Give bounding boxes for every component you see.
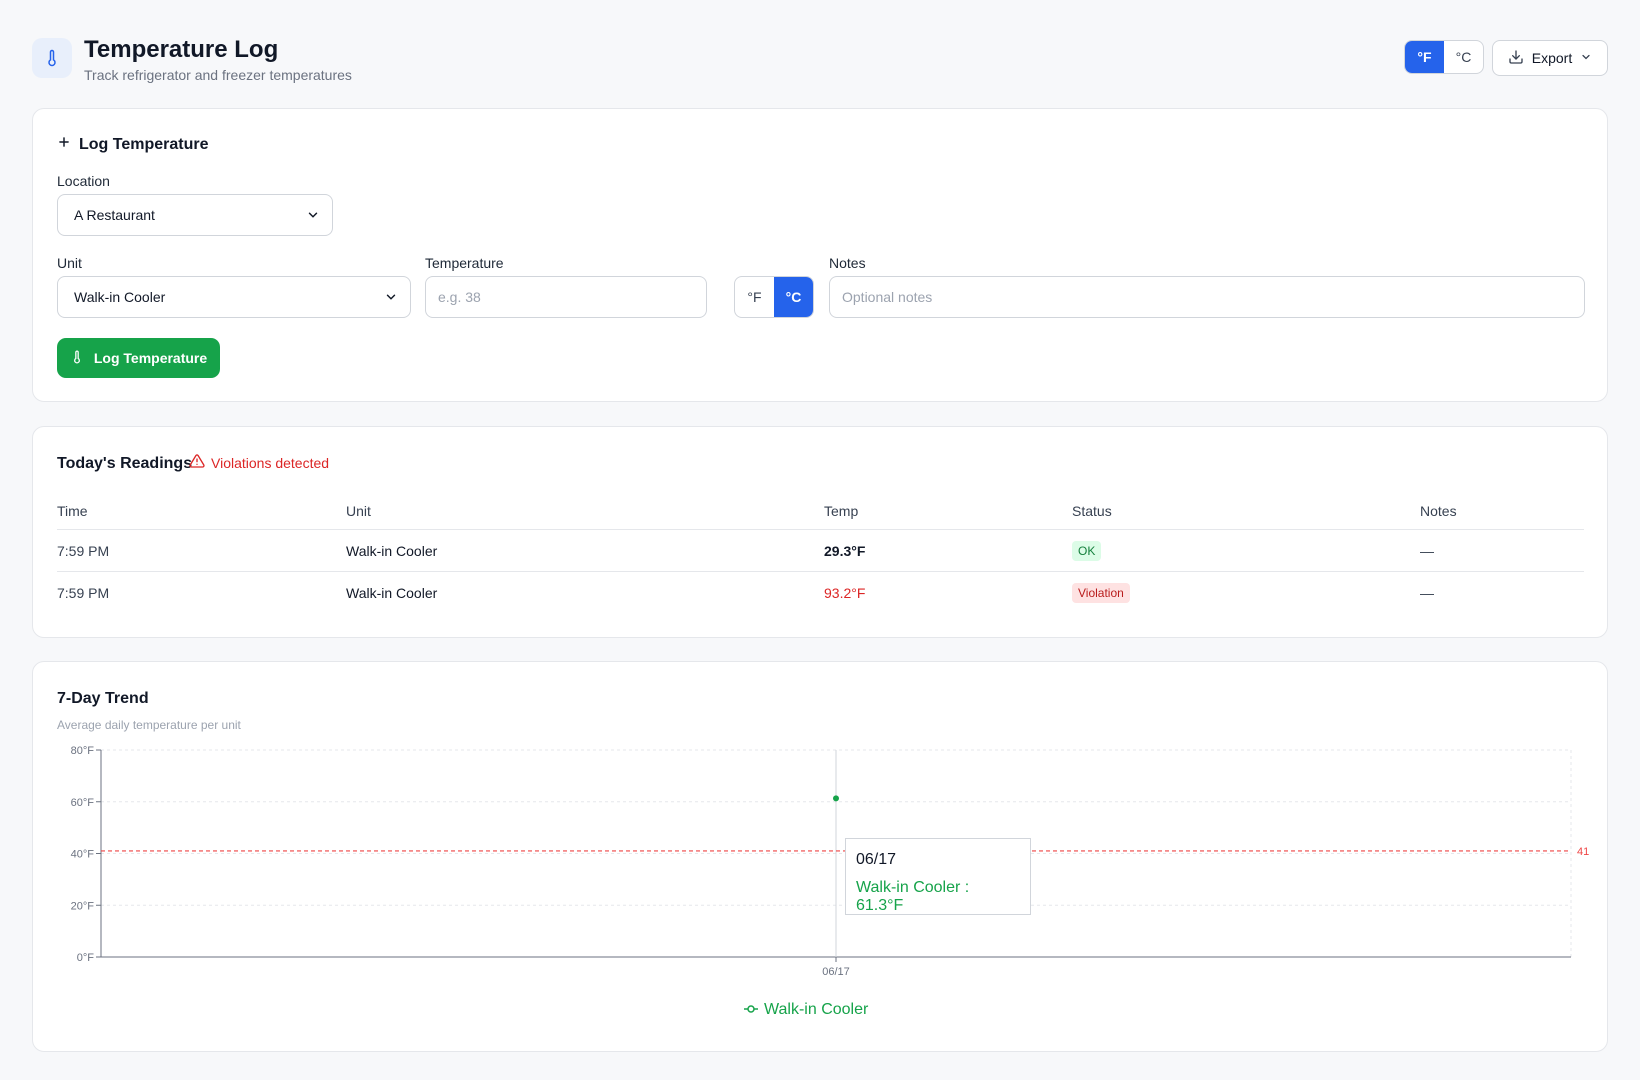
chevron-down-icon <box>306 208 320 225</box>
threshold-label: 41 <box>1577 846 1589 858</box>
column-header-notes: Notes <box>1420 503 1457 519</box>
unit-toggle: °F °C <box>1404 40 1484 74</box>
log-button-label: Log Temperature <box>93 350 208 366</box>
row-unit: Walk-in Cooler <box>346 585 438 601</box>
status-badge: Violation <box>1072 583 1130 603</box>
temp-unit-f-button[interactable]: °F <box>735 277 774 317</box>
chevron-down-icon <box>384 290 398 307</box>
status-badge: OK <box>1072 541 1102 561</box>
tooltip-value: Walk-in Cooler : 61.3°F <box>856 879 970 914</box>
notes-placeholder: Optional notes <box>842 289 933 305</box>
log-form-title-text: Log Temperature <box>79 135 209 153</box>
readings-title: Today's Readings <box>57 455 193 472</box>
table-divider <box>57 571 1584 572</box>
row-time: 7:59 PM <box>57 585 110 601</box>
chart-tooltip: 06/17 Walk-in Cooler : 61.3°F <box>845 838 1031 915</box>
y-tick-label: 20°F <box>71 900 95 912</box>
chevron-down-icon <box>1580 50 1592 66</box>
thermometer-icon <box>70 350 84 367</box>
temp-unit-toggle: °F °C <box>734 276 814 318</box>
temperature-label: Temperature <box>425 255 504 271</box>
tooltip-date: 06/17 <box>856 851 897 868</box>
trend-title: 7-Day Trend <box>57 690 149 707</box>
unit-f-button[interactable]: °F <box>1405 41 1444 73</box>
violation-alert: Violations detected <box>189 453 329 472</box>
column-header-time: Time <box>57 503 88 519</box>
log-temperature-card: Log Temperature Location A Restaurant Un… <box>32 108 1608 402</box>
row-time: 7:59 PM <box>57 543 110 559</box>
row-notes: — <box>1420 543 1434 559</box>
legend-label: Walk-in Cooler <box>764 1001 869 1018</box>
column-header-status: Status <box>1072 503 1112 519</box>
thermometer-icon <box>32 38 72 78</box>
y-tick-label: 80°F <box>71 745 95 757</box>
log-temperature-button[interactable]: Log Temperature <box>57 338 220 378</box>
legend-line-icon <box>744 1001 758 1019</box>
temperature-input[interactable]: e.g. 38 <box>425 276 707 318</box>
page-subtitle: Track refrigerator and freezer temperatu… <box>84 67 352 83</box>
export-button[interactable]: Export <box>1492 40 1608 76</box>
log-form-title: Log Temperature <box>57 135 209 154</box>
todays-readings-card: Today's Readings Violations detected Tim… <box>32 426 1608 638</box>
data-point <box>833 795 839 802</box>
unit-value: Walk-in Cooler <box>74 289 166 305</box>
location-value: A Restaurant <box>74 207 155 223</box>
row-temp: 29.3°F <box>824 543 866 559</box>
row-notes: — <box>1420 585 1434 601</box>
download-icon <box>1508 49 1524 68</box>
trend-subtitle: Average daily temperature per unit <box>57 718 241 732</box>
temp-unit-c-button[interactable]: °C <box>774 277 813 317</box>
plus-icon <box>57 135 71 154</box>
unit-select[interactable]: Walk-in Cooler <box>57 276 411 318</box>
column-header-temp: Temp <box>824 503 859 519</box>
chart-legend[interactable]: Walk-in Cooler <box>744 1001 868 1019</box>
y-tick-label: 0°F <box>77 952 95 964</box>
violation-text: Violations detected <box>211 454 330 471</box>
trend-card: 7-Day Trend Average daily temperature pe… <box>32 661 1608 1052</box>
unit-c-button[interactable]: °C <box>1444 41 1483 73</box>
temperature-placeholder: e.g. 38 <box>438 289 481 305</box>
row-unit: Walk-in Cooler <box>346 543 438 559</box>
warning-icon <box>189 453 205 472</box>
location-label: Location <box>57 173 110 189</box>
table-divider <box>57 529 1584 530</box>
y-tick-label: 40°F <box>71 849 95 861</box>
unit-label: Unit <box>57 255 82 271</box>
notes-input[interactable]: Optional notes <box>829 276 1585 318</box>
location-select[interactable]: A Restaurant <box>57 194 333 236</box>
y-tick-label: 60°F <box>71 797 95 809</box>
page-header: Temperature Log Track refrigerator and f… <box>32 36 1608 88</box>
column-header-unit: Unit <box>346 503 371 519</box>
notes-label: Notes <box>829 255 866 271</box>
page-title: Temperature Log <box>84 36 279 63</box>
trend-chart: 0°F 20°F 40°F 60°F 80°F 06/17 41 <box>71 745 1590 978</box>
export-label: Export <box>1531 50 1573 66</box>
x-tick-label: 06/17 <box>822 966 850 978</box>
row-temp: 93.2°F <box>824 585 866 601</box>
